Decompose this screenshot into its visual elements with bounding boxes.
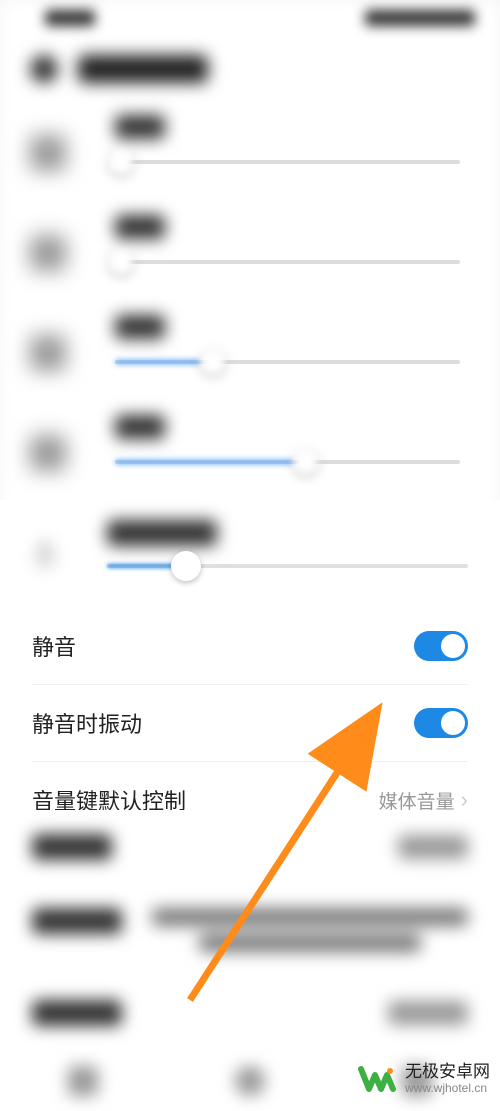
mic-icon	[27, 538, 63, 574]
blurred-row-3[interactable]	[0, 976, 500, 1050]
media-icon	[30, 135, 66, 171]
alarm-icon	[30, 335, 66, 371]
nav-home-icon[interactable]	[235, 1066, 265, 1096]
back-icon[interactable]	[30, 55, 58, 83]
mute-toggle[interactable]	[414, 631, 468, 661]
vibrate-label: 静音时振动	[32, 707, 142, 739]
slider-thumb[interactable]	[171, 551, 201, 581]
watermark: 无极安卓网 www.wjhotel.cn	[357, 1059, 490, 1099]
setting-vibrate-on-mute: 静音时振动	[32, 685, 468, 762]
blurred-row-2[interactable]	[0, 884, 500, 976]
blurred-row-1[interactable]	[0, 810, 500, 884]
slider-assistant-label	[107, 520, 217, 546]
header	[30, 55, 208, 83]
call-icon	[30, 435, 66, 471]
ringtone-icon	[30, 235, 66, 271]
watermark-url: www.wjhotel.cn	[405, 1082, 490, 1095]
vibrate-toggle[interactable]	[414, 708, 468, 738]
slider-assistant[interactable]	[32, 500, 468, 608]
watermark-logo-icon	[357, 1059, 397, 1099]
setting-mute: 静音	[32, 608, 468, 685]
page-title	[78, 55, 208, 83]
nav-back-icon[interactable]	[68, 1066, 98, 1096]
watermark-title: 无极安卓网	[405, 1063, 490, 1082]
mute-label: 静音	[32, 630, 76, 662]
